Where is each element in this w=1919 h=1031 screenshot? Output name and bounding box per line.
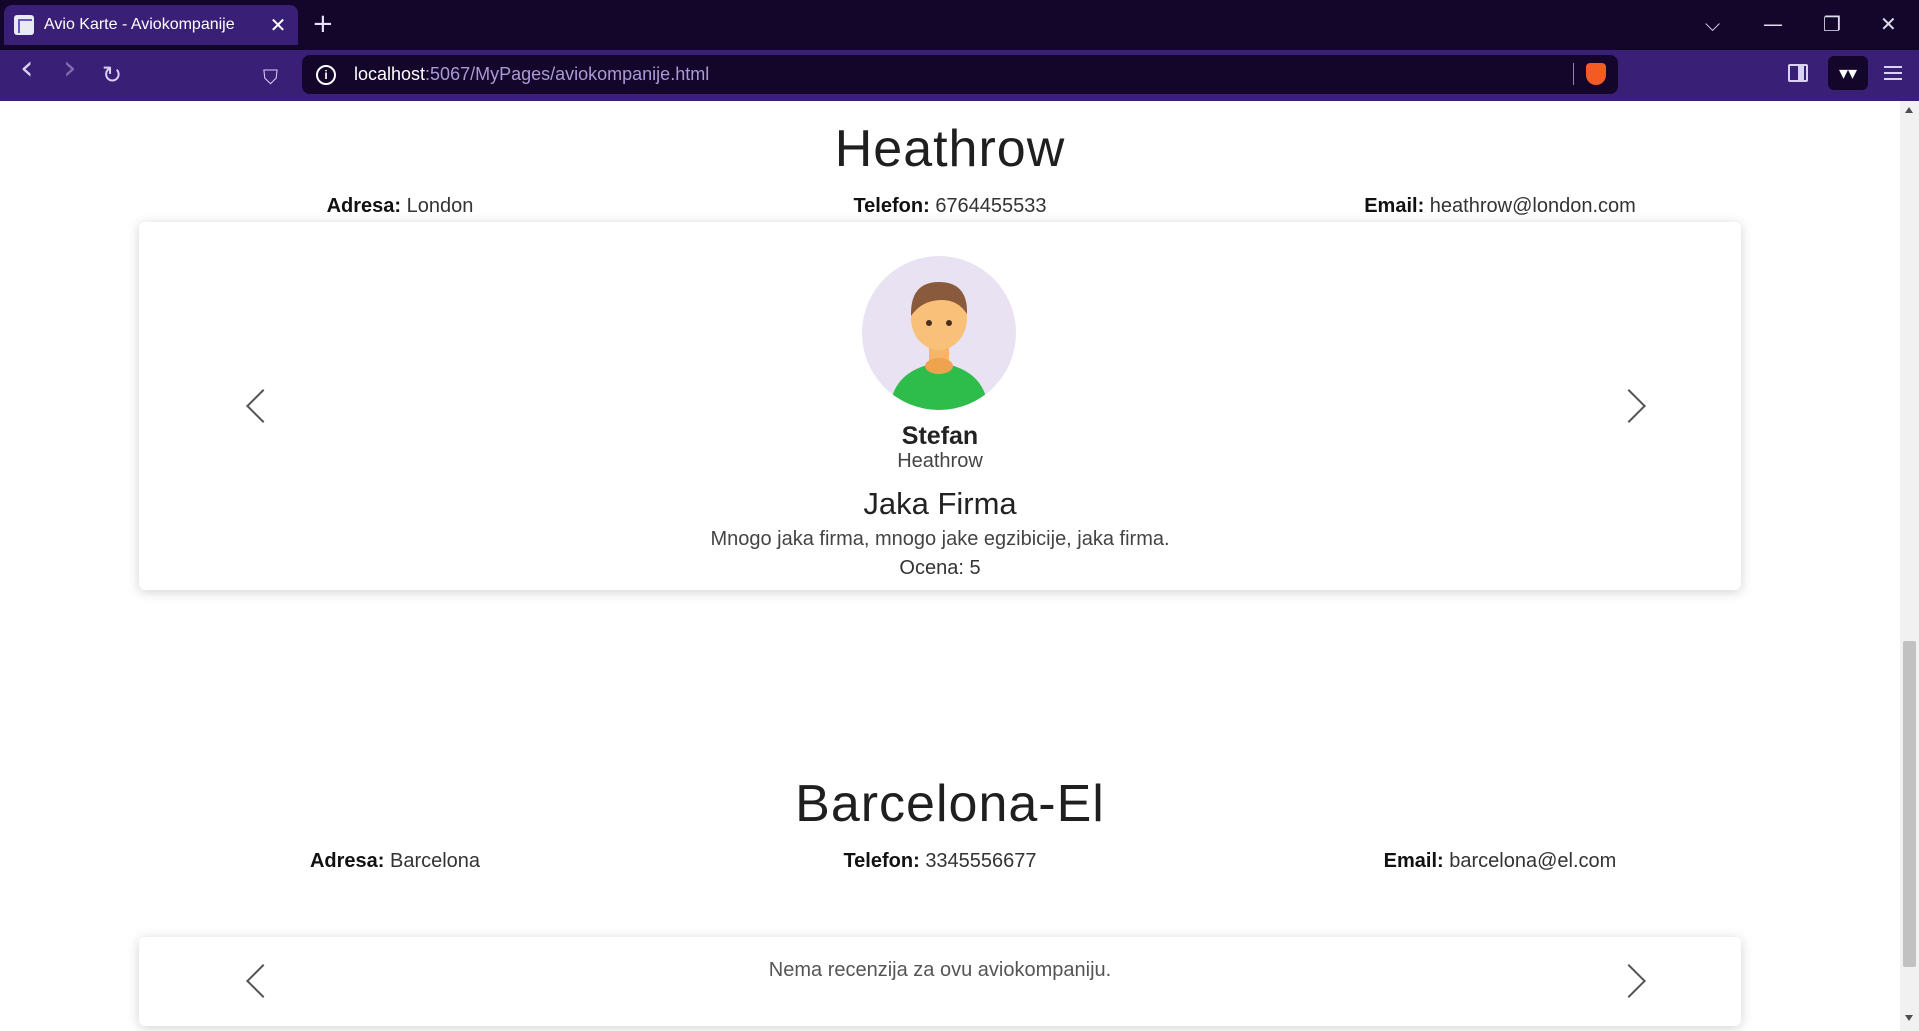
url-host: localhost <box>354 64 426 84</box>
review-carousel: Stefan Heathrow Jaka Firma Mnogo jaka fi… <box>139 222 1741 590</box>
scroll-up-arrow-icon[interactable] <box>1905 107 1913 113</box>
email-value: barcelona@el.com <box>1449 850 1617 872</box>
browser-tab-bar: Avio Karte - Aviokompanije ✕ + ⌵ — ❐ ✕ <box>0 0 1919 50</box>
review-text: Mnogo jaka firma, mnogo jake egzibicije,… <box>710 528 1170 550</box>
no-reviews-message: Nema recenzija za ovu aviokompaniju. <box>768 959 1112 981</box>
address-value: Barcelona <box>389 850 481 872</box>
url-divider <box>1573 63 1574 85</box>
review-carousel: Nema recenzija za ovu aviokompaniju. <box>139 937 1741 1026</box>
reload-button[interactable]: ↻ <box>102 62 122 88</box>
scrollbar-thumb[interactable] <box>1903 641 1916 967</box>
airline-name: Heathrow <box>834 120 1066 178</box>
review-rating: Ocena: 5 <box>899 557 981 579</box>
phone-value: 6764455533 <box>935 195 1047 217</box>
airline-address: Adresa: London <box>327 195 474 218</box>
phone-label: Telefon: <box>853 195 930 217</box>
email-value: heathrow@london.com <box>1429 195 1636 217</box>
back-button[interactable]: ‹ <box>20 51 34 85</box>
page-viewport: Heathrow Adresa: London Telefon: 6764455… <box>0 101 1900 1031</box>
airline-name: Barcelona-El <box>795 775 1105 833</box>
wallet-icon[interactable]: ▾▾ <box>1828 56 1868 90</box>
airline-address: Adresa: Barcelona <box>310 850 480 873</box>
address-label: Adresa: <box>309 850 385 872</box>
address-bar[interactable]: i localhost:5067/MyPages/aviokompanije.h… <box>302 55 1618 94</box>
address-value: London <box>406 195 474 217</box>
carousel-prev-chevron-icon[interactable] <box>246 389 280 423</box>
email-label: Email: <box>1364 195 1425 217</box>
new-tab-button[interactable]: + <box>312 10 334 38</box>
address-label: Adresa: <box>326 195 402 217</box>
window-restore-button[interactable]: ❐ <box>1823 12 1841 36</box>
phone-label: Telefon: <box>843 850 920 872</box>
email-label: Email: <box>1383 850 1444 872</box>
tab-title: Avio Karte - Aviokompanije <box>44 16 235 33</box>
tab-close-icon[interactable]: ✕ <box>268 13 288 37</box>
bookmark-icon[interactable]: ⛉ <box>263 64 278 90</box>
window-minimize-button[interactable]: — <box>1763 12 1783 36</box>
sidebar-toggle-icon[interactable] <box>1788 64 1808 82</box>
phone-value: 3345556677 <box>925 850 1037 872</box>
avatar-person-icon <box>891 282 987 410</box>
carousel-next-chevron-icon[interactable] <box>1612 389 1646 423</box>
site-info-icon[interactable]: i <box>316 64 336 85</box>
airline-phone: Telefon: 6764455533 <box>853 195 1046 218</box>
page-favicon-icon <box>14 15 34 35</box>
brave-shields-icon[interactable] <box>1586 63 1606 85</box>
reviewer-name: Stefan <box>901 422 979 450</box>
browser-toolbar: ‹ › ↻ ⛉ i localhost:5067/MyPages/aviokom… <box>0 50 1919 101</box>
forward-button[interactable]: › <box>63 51 77 85</box>
browser-tab-active[interactable]: Avio Karte - Aviokompanije ✕ <box>4 5 298 45</box>
reviewer-avatar <box>862 256 1016 410</box>
page-scrollbar[interactable] <box>1900 101 1919 1031</box>
review-title: Jaka Firma <box>863 486 1017 521</box>
window-close-button[interactable]: ✕ <box>1880 12 1897 36</box>
tab-search-chevron-icon[interactable]: ⌵ <box>1705 12 1720 36</box>
url-path: :5067/MyPages/aviokompanije.html <box>425 64 710 84</box>
menu-icon[interactable] <box>1884 66 1902 80</box>
airline-email: Email: heathrow@london.com <box>1364 195 1636 218</box>
reviewer-airline: Heathrow <box>897 450 983 472</box>
scroll-down-arrow-icon[interactable] <box>1905 1015 1913 1021</box>
airline-email: Email: barcelona@el.com <box>1384 850 1617 873</box>
airline-phone: Telefon: 3345556677 <box>843 850 1036 873</box>
